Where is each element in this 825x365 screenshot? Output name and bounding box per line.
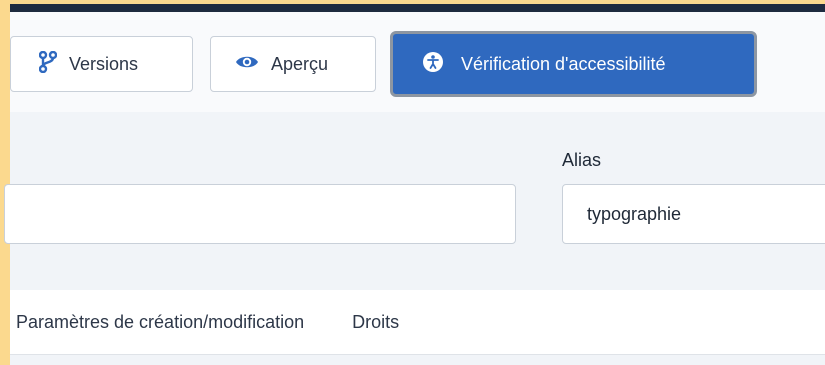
frame-top xyxy=(0,0,825,12)
toolbar: Versions Aperçu Vérification d'accessibi… xyxy=(10,12,825,112)
title-input[interactable] xyxy=(4,184,516,244)
tab-creation-parameters[interactable]: Paramètres de création/modification xyxy=(16,312,304,333)
header-bar xyxy=(10,4,825,12)
tab-bar: Paramètres de création/modification Droi… xyxy=(10,290,825,355)
versions-button[interactable]: Versions xyxy=(10,36,193,92)
editor-panel: Versions Aperçu Vérification d'accessibi… xyxy=(4,12,825,365)
alias-label: Alias xyxy=(562,150,602,170)
accessibility-check-button[interactable]: Vérification d'accessibilité xyxy=(390,31,757,97)
apercu-button[interactable]: Aperçu xyxy=(210,36,376,92)
alias-input[interactable]: typographie xyxy=(562,184,825,244)
tab-permissions[interactable]: Droits xyxy=(352,312,399,333)
versions-label: Versions xyxy=(69,53,139,74)
branch-icon xyxy=(38,50,58,78)
eye-icon xyxy=(235,53,259,76)
accessibility-icon xyxy=(423,51,443,77)
accessibility-check-label: Vérification d'accessibilité xyxy=(461,53,666,74)
apercu-label: Aperçu xyxy=(271,53,329,74)
